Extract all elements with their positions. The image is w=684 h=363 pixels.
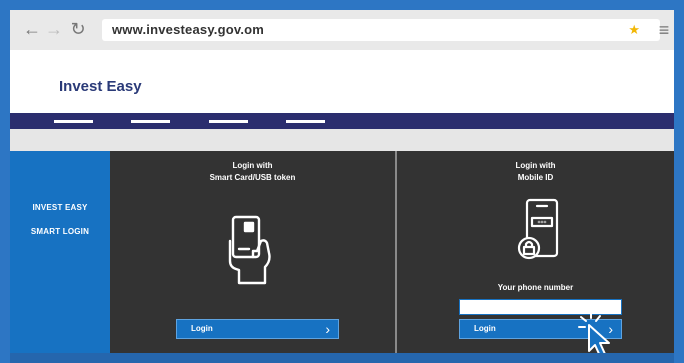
mouse-cursor-icon <box>578 311 610 353</box>
main-navbar <box>10 113 674 129</box>
url-text: www.investeasy.gov.om <box>112 22 265 37</box>
hamburger-menu-icon[interactable]: ≡ <box>654 20 674 40</box>
address-bar[interactable]: www.investeasy.gov.om ★ <box>102 19 660 41</box>
smart-card-login-button[interactable]: Login › <box>176 319 339 339</box>
chevron-right-icon: › <box>325 321 330 337</box>
site-header: Invest Easy <box>10 50 674 113</box>
svg-text:***: *** <box>538 220 547 227</box>
mobile-id-login-label: Login <box>474 324 496 333</box>
site-title[interactable]: Invest Easy <box>59 78 142 95</box>
mobile-phone-lock-icon: *** <box>517 198 559 260</box>
smart-card-panel: Login with Smart Card/USB token Login › <box>110 151 395 353</box>
star-icon[interactable]: ★ <box>628 22 640 38</box>
sub-header-bar <box>10 129 674 151</box>
back-arrow-icon[interactable]: ← <box>22 19 42 39</box>
page-bottom-band <box>10 353 674 363</box>
forward-arrow-icon[interactable]: → <box>44 19 64 39</box>
mobile-id-panel: Login with Mobile ID *** Your phone numb… <box>397 151 674 353</box>
smart-card-login-label: Login <box>191 324 213 333</box>
nav-item-1[interactable] <box>54 120 93 123</box>
smart-card-title-1: Login with <box>232 161 273 170</box>
sidebar-title-1: INVEST EASY <box>32 203 88 212</box>
smart-card-icon <box>228 215 271 285</box>
sidebar: INVEST EASY SMART LOGIN <box>10 151 110 353</box>
nav-item-3[interactable] <box>209 120 248 123</box>
phone-number-label: Your phone number <box>497 283 574 292</box>
nav-item-4[interactable] <box>286 120 325 123</box>
sidebar-title-2: SMART LOGIN <box>30 227 90 236</box>
mobile-id-title-1: Login with <box>515 161 556 170</box>
smart-card-title-2: Smart Card/USB token <box>209 173 296 182</box>
mobile-id-title-2: Mobile ID <box>517 173 554 182</box>
browser-toolbar: ← → ↻ www.investeasy.gov.om ★ ≡ <box>10 10 674 50</box>
browser-window: ← → ↻ www.investeasy.gov.om ★ ≡ Invest E… <box>10 10 674 353</box>
nav-item-2[interactable] <box>131 120 170 123</box>
reload-icon[interactable]: ↻ <box>68 19 88 39</box>
